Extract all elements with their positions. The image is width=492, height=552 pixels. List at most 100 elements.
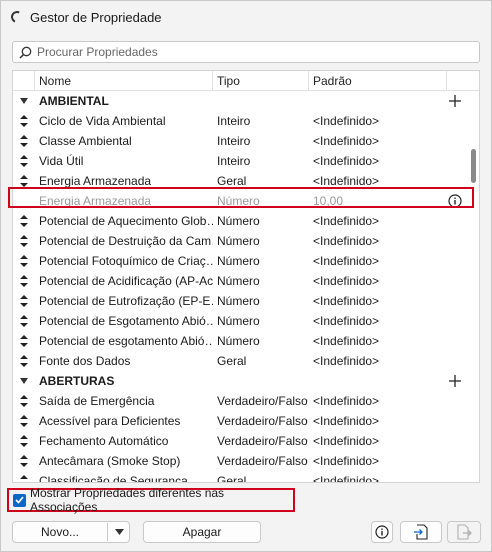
scrollbar-thumb[interactable] xyxy=(471,149,476,183)
drag-handle-icon[interactable] xyxy=(20,215,28,227)
property-type: Número xyxy=(217,214,260,228)
vertical-scrollbar[interactable] xyxy=(469,91,479,482)
property-default: <Indefinido> xyxy=(313,334,380,348)
drag-handle-icon[interactable] xyxy=(20,435,28,447)
export-button[interactable] xyxy=(447,521,481,543)
show-different-properties-option[interactable]: Mostrar Propriedades diferentes nas Asso… xyxy=(7,486,295,514)
drag-handle-icon[interactable] xyxy=(20,395,28,407)
property-type: Número xyxy=(217,294,260,308)
show-different-checkbox[interactable] xyxy=(13,493,26,507)
property-type: Número xyxy=(217,314,260,328)
table-header: Nome Tipo Padrão xyxy=(13,71,479,91)
header-name[interactable]: Nome xyxy=(35,71,213,91)
property-default: <Indefinido> xyxy=(313,414,380,428)
table-row[interactable]: Potencial de Acidificação (AP-Ac… Número… xyxy=(13,271,471,291)
property-table: Nome Tipo Padrão AMBIENTAL Ciclo de Vida… xyxy=(12,70,480,483)
add-property-icon[interactable] xyxy=(449,375,461,387)
header-extra xyxy=(447,71,479,91)
export-icon xyxy=(457,524,472,540)
table-row[interactable]: Acessível para Deficientes Verdadeiro/Fa… xyxy=(13,411,471,431)
property-name: Antecâmara (Smoke Stop) xyxy=(39,454,181,468)
property-name: Acessível para Deficientes xyxy=(39,414,181,428)
property-name: Classe Ambiental xyxy=(39,134,132,148)
property-type: Inteiro xyxy=(217,114,251,128)
table-row[interactable]: Potencial de Esgotamento Abió… Número <I… xyxy=(13,311,471,331)
app-icon xyxy=(9,9,25,25)
group-label: ABERTURAS xyxy=(39,374,115,388)
group-row-aberturas[interactable]: ABERTURAS xyxy=(13,371,471,391)
property-name: Fechamento Automático xyxy=(39,434,169,448)
collapse-triangle-icon[interactable] xyxy=(20,378,28,384)
table-row[interactable]: Potencial Fotoquímico de Criaç… Número <… xyxy=(13,251,471,271)
property-type: Verdadeiro/Falso xyxy=(217,394,308,408)
property-type: Geral xyxy=(217,474,247,483)
property-default: <Indefinido> xyxy=(313,394,380,408)
drag-handle-icon[interactable] xyxy=(20,115,28,127)
property-default: <Indefinido> xyxy=(313,474,380,483)
drag-handle-icon[interactable] xyxy=(20,355,28,367)
drag-handle-icon[interactable] xyxy=(20,235,28,247)
property-default: <Indefinido> xyxy=(313,274,380,288)
table-row[interactable]: Saída de Emergência Verdadeiro/Falso <In… xyxy=(13,391,471,411)
property-default: <Indefinido> xyxy=(313,434,380,448)
drag-handle-icon[interactable] xyxy=(20,295,28,307)
drag-handle-icon[interactable] xyxy=(20,415,28,427)
new-dropdown-button[interactable] xyxy=(107,521,131,543)
property-name: Fonte dos Dados xyxy=(39,354,131,368)
property-type: Inteiro xyxy=(217,154,251,168)
drag-handle-icon[interactable] xyxy=(20,175,28,187)
property-default: <Indefinido> xyxy=(313,354,380,368)
chevron-down-icon xyxy=(114,529,124,535)
drag-handle-icon[interactable] xyxy=(20,335,28,347)
table-body: AMBIENTAL Ciclo de Vida Ambiental Inteir… xyxy=(13,91,471,483)
property-default: <Indefinido> xyxy=(313,294,380,308)
table-row[interactable]: Vida Útil Inteiro <Indefinido> xyxy=(13,151,471,171)
table-row[interactable]: Fechamento Automático Verdadeiro/Falso <… xyxy=(13,431,471,451)
header-handle xyxy=(13,71,35,91)
drag-handle-icon[interactable] xyxy=(20,315,28,327)
property-default: <Indefinido> xyxy=(313,154,380,168)
import-button[interactable] xyxy=(400,521,442,543)
drag-handle-icon[interactable] xyxy=(20,135,28,147)
table-row[interactable]: Classificação de Segurança Geral <Indefi… xyxy=(13,471,471,483)
drag-handle-icon[interactable] xyxy=(20,475,28,483)
collapse-triangle-icon[interactable] xyxy=(20,98,28,104)
property-default: <Indefinido> xyxy=(313,254,380,268)
header-default[interactable]: Padrão xyxy=(309,71,447,91)
group-row-ambiental[interactable]: AMBIENTAL xyxy=(13,91,471,111)
property-name: Classificação de Segurança xyxy=(39,474,188,483)
property-name: Saída de Emergência xyxy=(39,394,155,408)
drag-handle-icon[interactable] xyxy=(20,455,28,467)
property-type: Verdadeiro/Falso xyxy=(217,414,308,428)
drag-handle-icon[interactable] xyxy=(20,255,28,267)
highlight-box xyxy=(8,187,474,208)
table-row[interactable]: Antecâmara (Smoke Stop) Verdadeiro/Falso… xyxy=(13,451,471,471)
property-default: <Indefinido> xyxy=(313,454,380,468)
table-row[interactable]: Potencial de Destruição da Cam… Número <… xyxy=(13,231,471,251)
property-type: Inteiro xyxy=(217,134,251,148)
titlebar: Gestor de Propriedade xyxy=(1,1,491,33)
property-type: Número xyxy=(217,334,260,348)
add-property-icon[interactable] xyxy=(449,95,461,107)
table-row[interactable]: Classe Ambiental Inteiro <Indefinido> xyxy=(13,131,471,151)
header-type[interactable]: Tipo xyxy=(213,71,309,91)
property-default: <Indefinido> xyxy=(313,214,380,228)
property-type: Número xyxy=(217,254,260,268)
table-row[interactable]: Fonte dos Dados Geral <Indefinido> xyxy=(13,351,471,371)
info-button[interactable] xyxy=(371,521,393,543)
table-row[interactable]: Potencial de Aquecimento Glob… Número <I… xyxy=(13,211,471,231)
drag-handle-icon[interactable] xyxy=(20,275,28,287)
property-type: Número xyxy=(217,234,260,248)
table-row[interactable]: Ciclo de Vida Ambiental Inteiro <Indefin… xyxy=(13,111,471,131)
search-box[interactable] xyxy=(12,41,480,63)
search-input[interactable] xyxy=(37,45,457,59)
table-row[interactable]: Potencial de Eutrofização (EP-E… Número … xyxy=(13,291,471,311)
info-icon xyxy=(375,525,389,539)
delete-button-label: Apagar xyxy=(182,525,222,539)
table-row[interactable]: Potencial de esgotamento Abió… Número <I… xyxy=(13,331,471,351)
property-name: Ciclo de Vida Ambiental xyxy=(39,114,166,128)
property-default: <Indefinido> xyxy=(313,114,380,128)
drag-handle-icon[interactable] xyxy=(20,155,28,167)
property-type: Verdadeiro/Falso xyxy=(217,454,308,468)
delete-button[interactable]: Apagar xyxy=(143,521,261,543)
